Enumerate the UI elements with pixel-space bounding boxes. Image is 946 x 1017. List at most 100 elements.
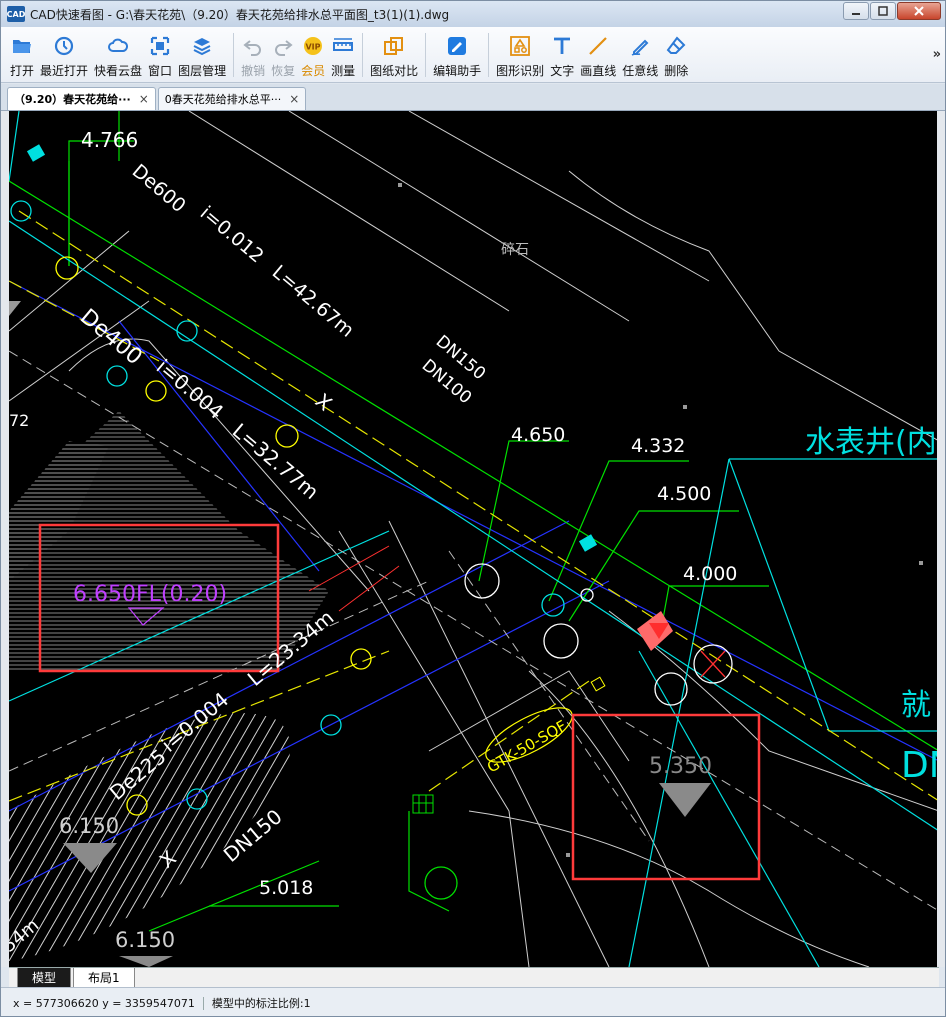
- toolbar-separator: [362, 33, 364, 77]
- label-water-meter: 水表井(内置: [805, 425, 939, 460]
- document-tab-bar: （9.20）春天花苑给··· × 0春天花苑给排水总平··· ×: [1, 84, 945, 111]
- grid-box: [412, 794, 434, 814]
- measure-button[interactable]: 测量: [331, 27, 355, 81]
- label-slope-012: i=0.012: [196, 202, 268, 267]
- delete-label: 删除: [664, 64, 689, 78]
- vip-label: 会员: [301, 64, 326, 78]
- cursor-coordinates: x = 577306620 y = 3359547071: [13, 996, 204, 1010]
- highlight-box-elevation: [571, 713, 761, 881]
- window-button[interactable]: 窗口: [148, 27, 172, 81]
- maximize-icon: [878, 6, 888, 16]
- toolbar-separator: [488, 33, 490, 77]
- vertical-scrollbar[interactable]: [937, 111, 945, 967]
- delete-button[interactable]: 删除: [664, 27, 688, 81]
- text-icon: [554, 37, 571, 54]
- cloud-drive-button[interactable]: 快看云盘: [94, 27, 142, 81]
- layout-tab-bar: 模型 布局1: [9, 967, 939, 988]
- label-length-4267: L=42.67m: [268, 261, 358, 342]
- title-bar: CAD CAD快速看图 - G:\春天花苑\（9.20）春天花苑给排水总平面图_…: [1, 1, 945, 27]
- freehand-line-button[interactable]: 任意线: [622, 27, 658, 81]
- label-gravel: 碎石: [501, 242, 529, 258]
- shape-recognition-label: 图形识别: [496, 64, 545, 78]
- measure-label: 测量: [331, 64, 356, 78]
- open-label: 打开: [10, 64, 35, 78]
- label-elev-6150a: 6.150: [59, 814, 119, 838]
- label-gate-valve: GTK-50-SQF: [484, 717, 570, 777]
- layers-icon: [193, 38, 211, 56]
- freehand-line-label: 任意线: [622, 64, 659, 78]
- status-bar: x = 577306620 y = 3359547071 模型中的标注比例:1: [1, 987, 945, 1016]
- label-de600: De600: [128, 160, 190, 217]
- undo-button[interactable]: 撤销: [241, 27, 265, 81]
- vip-button[interactable]: VIP 会员: [301, 27, 325, 81]
- tab-model[interactable]: 模型: [17, 968, 72, 988]
- tab-label: （9.20）春天花苑给···: [14, 93, 131, 106]
- annotation-scale: 模型中的标注比例:1: [211, 997, 311, 1010]
- cad-drawing: 4.766 De600 i=0.012 L=42.67m 碎石 De400 i=…: [9, 111, 939, 967]
- ruler-icon: [333, 38, 354, 51]
- recent-button[interactable]: 最近打开: [40, 27, 88, 81]
- label-right-jiu: 就: [901, 688, 931, 723]
- cloud-drive-label: 快看云盘: [94, 64, 143, 78]
- minimize-button[interactable]: [843, 2, 869, 20]
- compare-icon: [384, 37, 404, 55]
- compare-label: 图纸对比: [370, 64, 419, 78]
- left-edge: [1, 111, 9, 967]
- close-icon: [914, 6, 924, 16]
- edit-assistant-button[interactable]: 编辑助手: [433, 27, 481, 81]
- window-label: 窗口: [148, 64, 173, 78]
- label-elev-5350: 5.350: [649, 754, 712, 779]
- label-floor-level: 6.650FL(0.20): [73, 582, 227, 607]
- layer-manager-label: 图层管理: [178, 64, 227, 78]
- toolbar-separator: [425, 33, 427, 77]
- layer-manager-button[interactable]: 图层管理: [178, 27, 226, 81]
- window-icon: [150, 36, 170, 56]
- more-tools-button[interactable]: »: [933, 47, 941, 62]
- label-de400: De400: [75, 304, 147, 370]
- label-elev-4766: 4.766: [81, 128, 138, 152]
- recent-label: 最近打开: [40, 64, 89, 78]
- tab-close-icon[interactable]: ×: [139, 92, 149, 106]
- grid-lines: [413, 795, 433, 813]
- cyan-marker: [26, 144, 46, 162]
- compare-button[interactable]: 图纸对比: [370, 27, 418, 81]
- drawing-canvas[interactable]: 4.766 De600 i=0.012 L=42.67m 碎石 De400 i=…: [9, 111, 939, 967]
- pen-icon: [631, 39, 649, 56]
- redo-label: 恢复: [271, 64, 296, 78]
- label-left-72: 72: [9, 411, 29, 430]
- label-right-dn: DN: [901, 745, 939, 786]
- eraser-icon: [666, 36, 686, 54]
- left-wedge: [9, 301, 21, 316]
- label-elev-6150b: 6.150: [115, 928, 175, 952]
- line-icon: [589, 37, 607, 55]
- toolbar-separator: [233, 33, 235, 77]
- label-elev-4500: 4.500: [657, 483, 711, 505]
- edit-assistant-label: 编辑助手: [433, 64, 482, 78]
- clock-icon: [54, 36, 74, 56]
- svg-text:VIP: VIP: [306, 43, 321, 52]
- redo-icon: [275, 40, 293, 56]
- minimize-icon: [852, 13, 860, 15]
- shape-recognition-button[interactable]: 图形识别: [496, 27, 544, 81]
- app-logo-icon: CAD: [7, 6, 25, 22]
- drawing-geometry: [9, 111, 939, 967]
- tab-layout-1[interactable]: 布局1: [73, 968, 135, 988]
- close-button[interactable]: [897, 2, 941, 20]
- open-button[interactable]: 打开: [10, 27, 34, 81]
- tab-document-1[interactable]: （9.20）春天花苑给··· ×: [7, 87, 156, 110]
- text-button[interactable]: 文字: [550, 27, 574, 81]
- undo-icon: [243, 40, 262, 56]
- undo-label: 撤销: [241, 64, 266, 78]
- cyan-marker: [578, 534, 598, 552]
- edit-assistant-icon: [448, 37, 467, 55]
- label-slope-004a: i=0.004: [152, 354, 228, 424]
- shape-recognition-icon: [510, 36, 531, 56]
- draw-line-button[interactable]: 画直线: [580, 27, 616, 81]
- maximize-button[interactable]: [870, 2, 896, 20]
- folder-open-icon: [13, 40, 31, 53]
- tab-document-2[interactable]: 0春天花苑给排水总平··· ×: [157, 87, 307, 110]
- vip-icon: VIP: [304, 37, 323, 55]
- redo-button[interactable]: 恢复: [271, 27, 295, 81]
- tab-close-icon[interactable]: ×: [289, 92, 299, 106]
- cad-viewer-window: CAD CAD快速看图 - G:\春天花苑\（9.20）春天花苑给排水总平面图_…: [0, 0, 946, 1017]
